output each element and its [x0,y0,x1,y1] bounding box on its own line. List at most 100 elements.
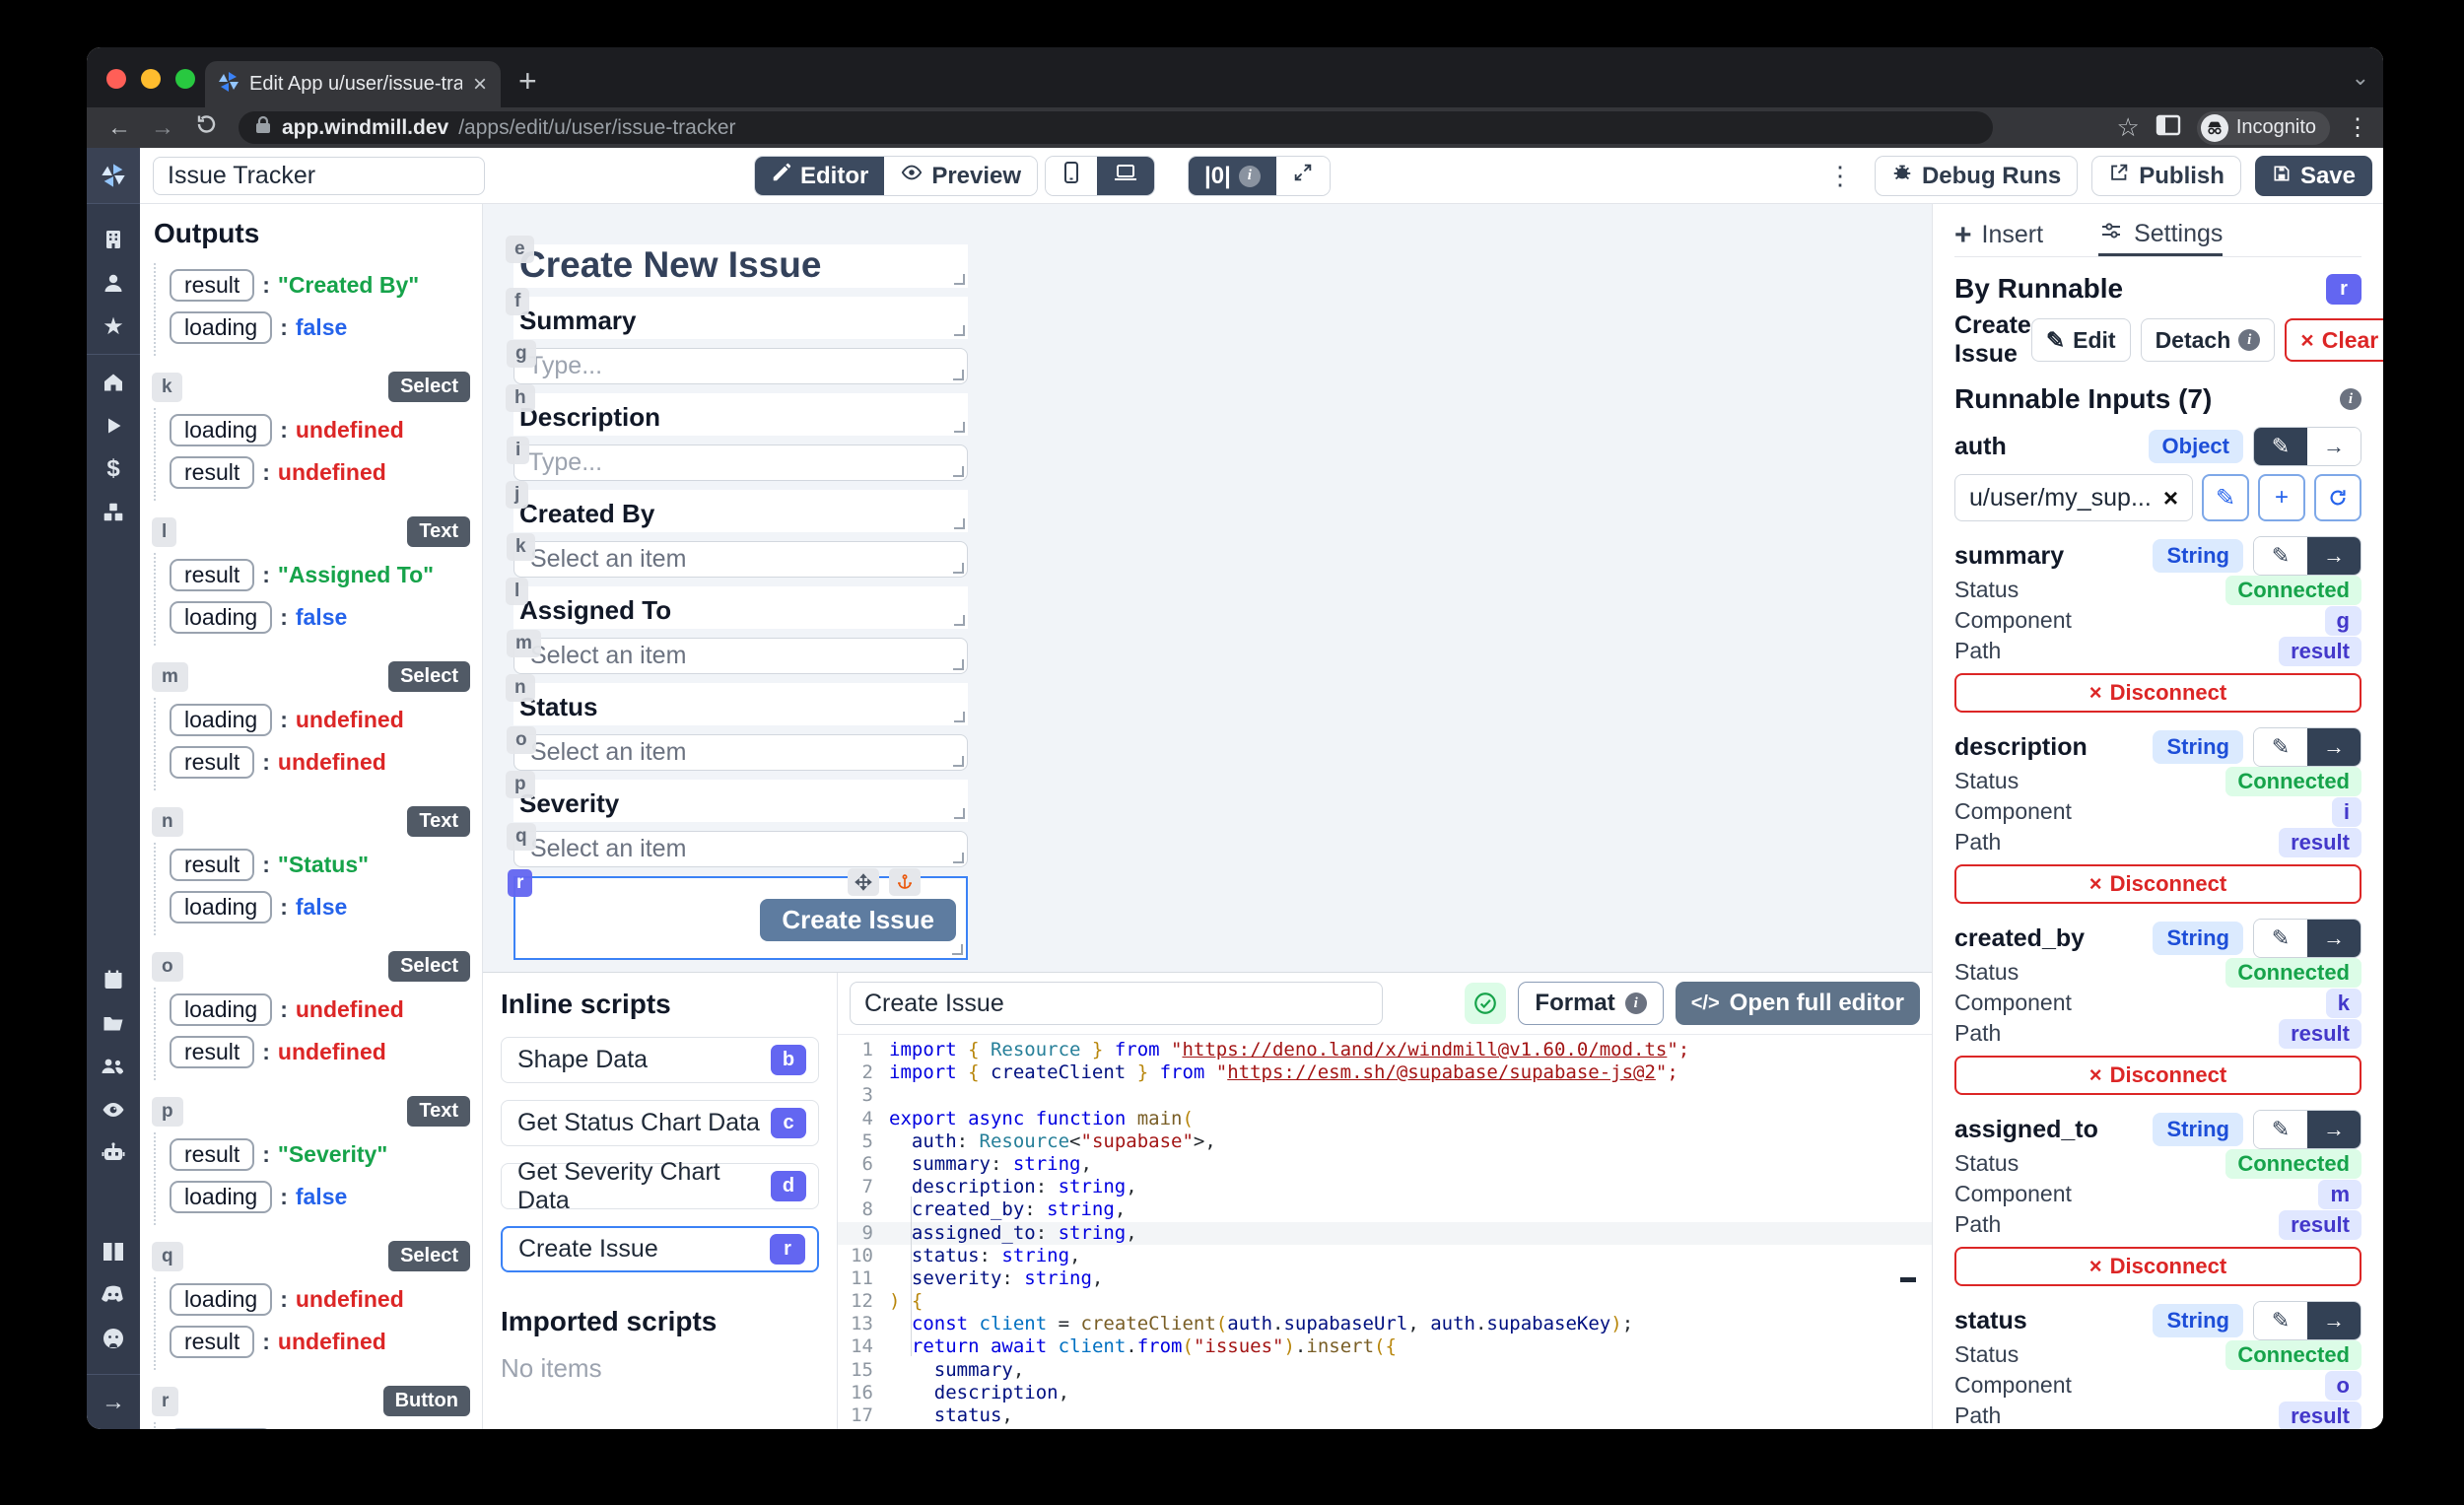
add-resource-button[interactable]: + [2258,474,2305,521]
tab-insert[interactable]: + Insert [1954,214,2043,256]
fullscreen-button[interactable] [1276,157,1330,195]
canvas-select-component[interactable]: mSelect an item [513,638,968,674]
user-icon[interactable] [87,261,140,305]
canvas-select-component[interactable]: kSelect an item [513,541,968,578]
output-key-pill[interactable]: loading [170,1181,272,1213]
app-canvas[interactable]: eCreate New Issue fSummary g hDescription ij… [483,204,1932,972]
tab-search-chevron-icon[interactable]: ⌄ [2352,65,2369,91]
output-key-pill[interactable]: result [170,1138,254,1171]
audit-eye-icon[interactable] [87,1088,140,1131]
canvas-label-component[interactable]: hDescription [513,393,968,436]
canvas-label-component[interactable]: jCreated By [513,490,968,532]
forward-icon[interactable]: → [144,114,181,142]
docs-book-icon[interactable] [87,1230,140,1273]
canvas-text-input-component[interactable]: g [513,348,968,384]
clear-resource-icon[interactable]: × [2163,483,2178,513]
side-panel-icon[interactable] [2156,113,2181,142]
static-mode-pencil-icon[interactable]: ✎ [2254,1302,2307,1339]
canvas-label-component[interactable]: nStatus [513,683,968,725]
minimize-window-button[interactable] [141,69,161,89]
connect-mode-arrow-icon[interactable]: → [2307,428,2361,465]
output-key-pill[interactable]: loading [170,993,272,1026]
browser-tab[interactable]: Edit App u/user/issue-tracker | × [205,61,501,107]
variables-dollar-icon[interactable]: $ [87,447,140,491]
zoom-window-button[interactable] [175,69,195,89]
canvas-label-component[interactable]: pSeverity [513,780,968,822]
detach-button[interactable]: Detach i [2141,318,2276,362]
code-area[interactable]: 1import { Resource } from "https://deno.… [838,1035,1932,1429]
canvas-label-component[interactable]: lAssigned To [513,586,968,629]
discord-icon[interactable] [87,1273,140,1317]
format-button[interactable]: Format i [1518,982,1663,1025]
static-mode-pencil-icon[interactable]: ✎ [2254,728,2307,766]
tab-settings[interactable]: Settings [2098,214,2223,256]
resources-boxes-icon[interactable] [87,491,140,534]
reload-icon[interactable] [187,112,225,143]
disconnect-button[interactable]: ×Disconnect [1954,673,2361,713]
text-input[interactable] [514,352,967,380]
canvas-label-component[interactable]: fSummary [513,297,968,339]
new-tab-button[interactable]: + [518,63,537,100]
inline-script-item[interactable]: Get Status Chart Datac [501,1100,819,1146]
home-icon[interactable] [87,361,140,404]
output-key-pill[interactable]: loading [170,601,272,634]
edit-button[interactable]: ✎ Edit [2031,318,2131,362]
inline-script-item[interactable]: Shape Datab [501,1037,819,1083]
connect-mode-arrow-icon[interactable]: → [2307,728,2361,766]
output-key-pill[interactable]: result [170,1036,254,1068]
output-key-pill[interactable]: loading [170,704,272,736]
back-icon[interactable]: ← [101,114,138,142]
output-key-pill[interactable]: loading [170,311,272,344]
disconnect-button[interactable]: ×Disconnect [1954,1056,2361,1095]
connect-mode-arrow-icon[interactable]: → [2307,1111,2361,1148]
create-issue-button[interactable]: Create Issue [760,899,956,941]
canvas-select-component[interactable]: oSelect an item [513,734,968,771]
move-handle-icon[interactable] [848,868,879,896]
edit-resource-button[interactable]: ✎ [2202,474,2249,521]
static-mode-pencil-icon[interactable]: ✎ [2254,428,2307,465]
schema-explorer-button[interactable]: |0| i [1189,157,1276,195]
close-window-button[interactable] [106,69,126,89]
static-mode-pencil-icon[interactable]: ✎ [2254,537,2307,575]
refresh-resource-button[interactable] [2314,474,2361,521]
text-input[interactable] [514,448,967,477]
output-key-pill[interactable]: loading [170,414,272,446]
canvas-title-component[interactable]: eCreate New Issue [513,244,968,288]
canvas-select-component[interactable]: qSelect an item [513,831,968,867]
output-key-pill[interactable]: result [170,1326,254,1358]
groups-users-icon[interactable] [87,1045,140,1088]
collapse-arrow-right-icon[interactable]: → [87,1381,140,1424]
chrome-menu-icon[interactable]: ⋮ [2346,113,2369,142]
github-icon[interactable] [87,1317,140,1360]
app-name-input[interactable] [153,157,485,195]
ai-robot-icon[interactable] [87,1131,140,1175]
inline-script-item[interactable]: Create Issuer [501,1226,819,1272]
output-key-pill[interactable]: result [170,746,254,779]
connect-mode-arrow-icon[interactable]: → [2307,1302,2361,1339]
output-key-pill[interactable]: loading [170,891,272,924]
static-mode-pencil-icon[interactable]: ✎ [2254,1111,2307,1148]
preview-tab[interactable]: Preview [884,157,1037,195]
desktop-view-button[interactable] [1097,157,1154,195]
connect-mode-arrow-icon[interactable]: → [2307,920,2361,957]
open-full-editor-button[interactable]: </> Open full editor [1676,982,1920,1025]
traffic-lights[interactable] [106,69,195,89]
script-name-input[interactable] [850,982,1383,1025]
auth-resource-input[interactable]: u/user/my_sup... × [1954,474,2193,521]
favorites-star-icon[interactable]: ★ [87,305,140,348]
bookmark-star-icon[interactable]: ☆ [2117,112,2140,143]
runs-play-icon[interactable] [87,404,140,447]
windmill-logo-icon[interactable] [87,148,140,204]
editor-tab[interactable]: Editor [755,157,884,195]
more-menu-icon[interactable]: ⋮ [1827,161,1853,191]
canvas-text-input-component[interactable]: i [513,445,968,481]
static-mode-pencil-icon[interactable]: ✎ [2254,920,2307,957]
output-key-pill[interactable]: result [170,559,254,591]
output-key-pill[interactable]: result [170,456,254,489]
inline-script-item[interactable]: Get Severity Chart Datad [501,1163,819,1209]
address-bar[interactable]: app.windmill.dev/apps/edit/u/user/issue-… [239,111,1993,144]
anchor-icon[interactable] [889,868,921,896]
output-key-pill[interactable]: loading [170,1428,272,1429]
publish-button[interactable]: Publish [2091,156,2241,196]
schedules-calendar-icon[interactable] [87,958,140,1001]
